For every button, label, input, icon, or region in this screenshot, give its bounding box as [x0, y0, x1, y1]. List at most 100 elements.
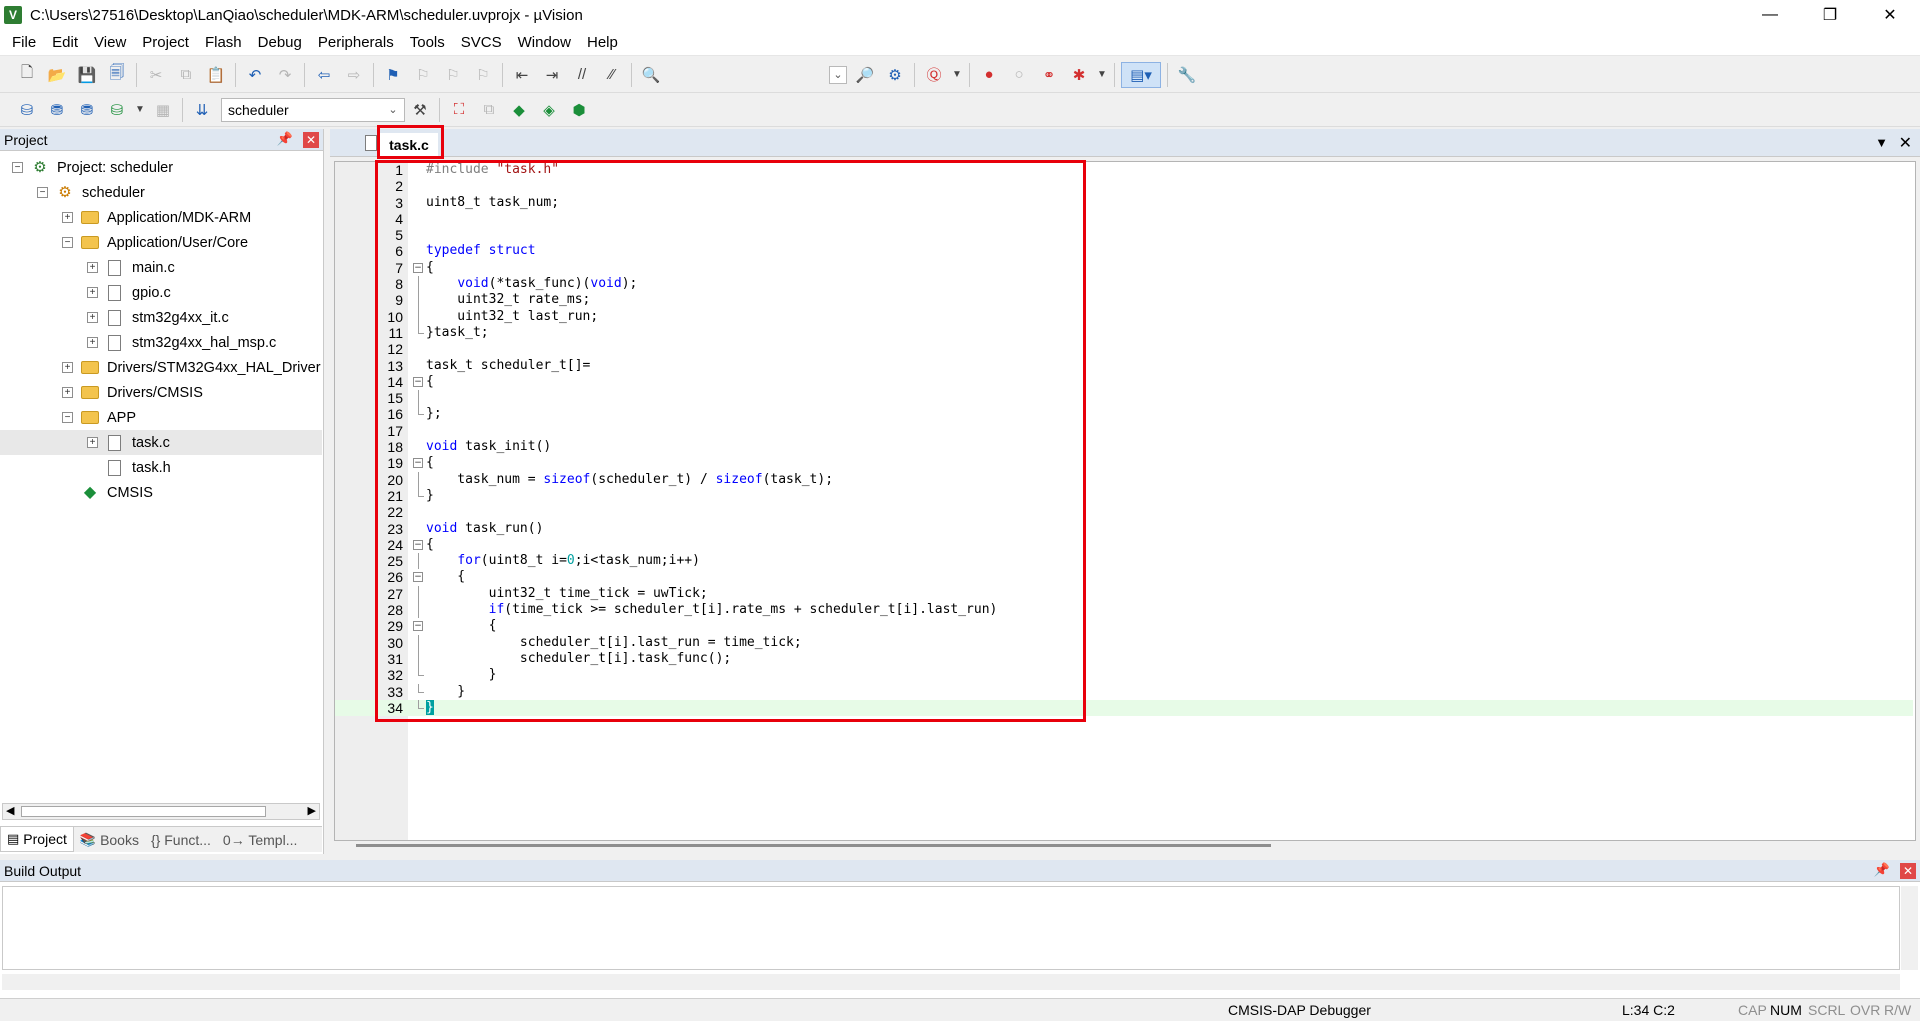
select-packs-icon[interactable]: ⧉	[476, 97, 502, 123]
project-horizontal-scrollbar[interactable]: ◀ ▶	[2, 803, 320, 820]
expand-icon[interactable]: +	[87, 337, 98, 348]
menu-view[interactable]: View	[86, 30, 134, 56]
close-window-button[interactable]: ✕	[1860, 0, 1920, 30]
expand-icon[interactable]: +	[87, 312, 98, 323]
tree-item[interactable]: + task.c	[0, 430, 322, 455]
undo-icon[interactable]: ↶	[242, 62, 268, 88]
close-icon[interactable]: ✕	[303, 132, 319, 148]
tab-project[interactable]: ▤ Project	[0, 827, 74, 852]
chevron-down-icon[interactable]: ▼	[134, 97, 146, 123]
expand-icon[interactable]: +	[87, 287, 98, 298]
tree-item[interactable]: − ⚙ Project: scheduler	[0, 155, 322, 180]
tree-item[interactable]: task.h	[0, 455, 322, 480]
kill-all-breakpoints-icon[interactable]: ✱	[1066, 62, 1092, 88]
tab-books[interactable]: 📚 Books	[74, 827, 145, 852]
chevron-down-icon[interactable]: ▼	[951, 62, 963, 88]
copy-icon[interactable]: ⧉	[173, 62, 199, 88]
find-combo[interactable]: ⌄	[670, 63, 850, 87]
translate-icon[interactable]: ⛁	[14, 97, 40, 123]
bookmark-prev-icon[interactable]: ⚐	[410, 62, 436, 88]
collapse-icon[interactable]: −	[12, 162, 23, 173]
save-icon[interactable]: 💾	[74, 62, 100, 88]
stop-build-icon[interactable]: ▦	[150, 97, 176, 123]
batch-build-icon[interactable]: ⛁	[104, 97, 130, 123]
save-all-icon[interactable]: 🗐	[104, 62, 130, 88]
tree-item[interactable]: − ⚙ scheduler	[0, 180, 322, 205]
minimize-button[interactable]: —	[1740, 0, 1800, 30]
expand-icon[interactable]: +	[87, 262, 98, 273]
tree-item[interactable]: + main.c	[0, 255, 322, 280]
new-file-icon[interactable]: 🗋	[14, 62, 40, 88]
debug-settings-icon[interactable]: ⚙	[882, 62, 908, 88]
tree-item[interactable]: + stm32g4xx_it.c	[0, 305, 322, 330]
paste-icon[interactable]: 📋	[203, 62, 229, 88]
incremental-find-icon[interactable]: 🔎	[852, 62, 878, 88]
chevron-down-icon[interactable]: ⌄	[384, 101, 402, 119]
menu-help[interactable]: Help	[579, 30, 626, 56]
comment-icon[interactable]: //	[569, 62, 595, 88]
bookmark-toggle-icon[interactable]: ⚑	[380, 62, 406, 88]
enable-breakpoint-icon[interactable]: ○	[1006, 62, 1032, 88]
chevron-down-icon[interactable]: ⌄	[829, 65, 847, 84]
find-in-files-icon[interactable]: 🔍	[638, 62, 664, 88]
bookmark-next-icon[interactable]: ⚐	[440, 62, 466, 88]
expand-icon[interactable]: +	[62, 362, 73, 373]
chevron-down-icon[interactable]: ▼	[1096, 62, 1108, 88]
cut-icon[interactable]: ✂	[143, 62, 169, 88]
scrollbar-thumb[interactable]	[21, 806, 266, 817]
menu-svcs[interactable]: SVCS	[453, 30, 510, 56]
tree-item[interactable]: + Drivers/CMSIS	[0, 380, 322, 405]
menu-tools[interactable]: Tools	[402, 30, 453, 56]
collapse-icon[interactable]: −	[37, 187, 48, 198]
target-options-icon[interactable]: ⚒	[407, 97, 433, 123]
indent-icon[interactable]: ⇤	[509, 62, 535, 88]
tree-item[interactable]: + gpio.c	[0, 280, 322, 305]
collapse-icon[interactable]: −	[62, 237, 73, 248]
build-output-vertical-scrollbar[interactable]	[1901, 886, 1918, 970]
menu-flash[interactable]: Flash	[197, 30, 250, 56]
tree-item[interactable]: ◆ CMSIS	[0, 480, 322, 505]
menu-edit[interactable]: Edit	[44, 30, 86, 56]
close-tab-icon[interactable]: ✕	[1899, 133, 1912, 153]
menu-peripherals[interactable]: Peripherals	[310, 30, 402, 56]
collapse-icon[interactable]: −	[62, 412, 73, 423]
tree-item[interactable]: + Drivers/STM32G4xx_HAL_Driver	[0, 355, 322, 380]
pack-installer-icon[interactable]: ◈	[536, 97, 562, 123]
navigate-back-icon[interactable]: ⇦	[311, 62, 337, 88]
scroll-right-icon[interactable]: ▶	[308, 804, 316, 817]
build-output-text[interactable]	[2, 886, 1900, 970]
unindent-icon[interactable]: ⇥	[539, 62, 565, 88]
tab-templates[interactable]: 0→ Templ...	[217, 827, 303, 852]
rebuild-icon[interactable]: ⛃	[74, 97, 100, 123]
pin-icon[interactable]: 📌	[277, 131, 293, 147]
tree-item[interactable]: − APP	[0, 405, 322, 430]
configure-icon[interactable]: 🔧	[1174, 62, 1200, 88]
tab-functions[interactable]: {} Funct...	[145, 827, 217, 852]
download-load-icon[interactable]: ⇊	[189, 97, 215, 123]
target-select[interactable]: scheduler ⌄	[221, 97, 405, 122]
redo-icon[interactable]: ↷	[272, 62, 298, 88]
open-file-icon[interactable]: 📂	[44, 62, 70, 88]
tree-item[interactable]: − Application/User/Core	[0, 230, 322, 255]
bookmark-clear-icon[interactable]: ⚐	[470, 62, 496, 88]
build-output-horizontal-scrollbar[interactable]	[2, 974, 1900, 990]
close-icon[interactable]: ✕	[1900, 863, 1916, 879]
scroll-left-icon[interactable]: ◀	[6, 804, 14, 817]
tree-item[interactable]: + Application/MDK-ARM	[0, 205, 322, 230]
window-layout-icon[interactable]: ▤▾	[1121, 61, 1161, 88]
tab-list-dropdown-icon[interactable]: ▼	[1875, 135, 1888, 150]
scrollbar-thumb[interactable]	[356, 844, 1271, 847]
expand-icon[interactable]: +	[87, 437, 98, 448]
build-icon[interactable]: ⛃	[44, 97, 70, 123]
event-recorder-icon[interactable]: ⬢	[566, 97, 592, 123]
expand-icon[interactable]: +	[62, 387, 73, 398]
pin-icon[interactable]: 📌	[1874, 862, 1890, 878]
menu-file[interactable]: File	[4, 30, 44, 56]
start-debug-icon[interactable]: Ⓠ	[921, 62, 947, 88]
editor-horizontal-scrollbar[interactable]	[356, 840, 1916, 850]
restore-button[interactable]: ❐	[1800, 0, 1860, 30]
disable-all-breakpoints-icon[interactable]: ⚭	[1036, 62, 1062, 88]
menu-window[interactable]: Window	[510, 30, 579, 56]
navigate-forward-icon[interactable]: ⇨	[341, 62, 367, 88]
expand-icon[interactable]: +	[62, 212, 73, 223]
